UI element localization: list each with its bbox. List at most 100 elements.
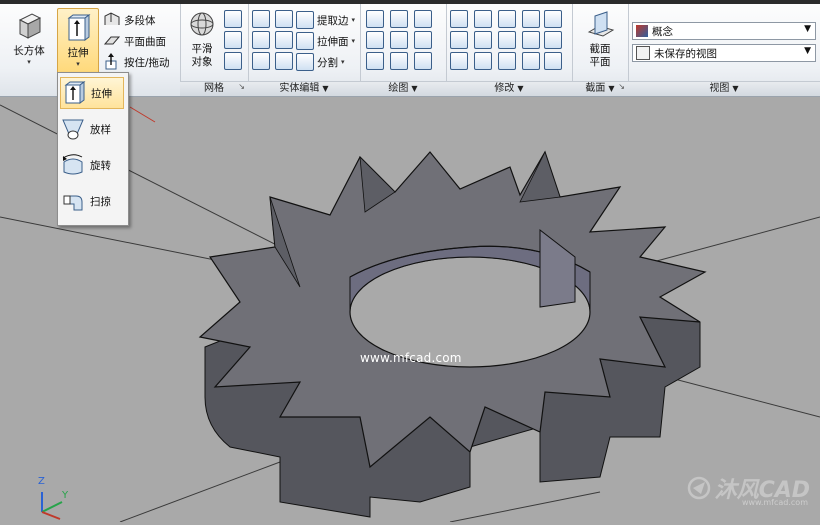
subtract-icon[interactable] — [252, 31, 272, 51]
circle-icon[interactable] — [414, 31, 434, 51]
presspull-icon — [105, 53, 117, 70]
match-properties-icon[interactable] — [544, 52, 564, 72]
trim-icon[interactable] — [544, 31, 564, 51]
mesh-smooth-more-icon[interactable] — [224, 10, 244, 30]
solid-edit-panel-title[interactable]: 实体编辑 ▼ — [248, 81, 360, 96]
draw-title-text: 绘图 — [388, 83, 409, 94]
spline-icon[interactable] — [366, 31, 386, 51]
mesh-title-text: 网格 — [204, 83, 224, 94]
union-modify-icon[interactable] — [450, 52, 470, 72]
panel-view: 概念 ▼ 未保存的视图 ▼ 视图 ▼ — [628, 4, 820, 96]
polysolid-label: 多段体 — [124, 14, 156, 27]
3d-rotate-icon[interactable] — [474, 10, 494, 30]
presspull-button[interactable]: 按住/拖动 — [103, 52, 170, 72]
section-panel-title[interactable]: 截面 ▼ ↘ — [572, 81, 628, 96]
arc-icon[interactable] — [414, 10, 434, 30]
menu-item-sweep[interactable]: 扫掠 — [60, 185, 124, 217]
helix-icon[interactable] — [390, 10, 410, 30]
erase-icon[interactable] — [522, 52, 542, 72]
3d-array-icon[interactable] — [450, 31, 470, 51]
draw-panel-title[interactable]: 绘图 ▼ — [360, 81, 446, 96]
section-plane-label-2: 平面 — [589, 56, 611, 68]
extract-edges-button[interactable]: 提取边 ▾ — [296, 10, 355, 30]
3d-mirror-icon[interactable] — [544, 10, 564, 30]
named-view-icon — [636, 46, 650, 60]
extrude-faces-button[interactable]: 拉伸面 ▾ — [296, 31, 355, 51]
section-plane-icon — [587, 11, 615, 37]
box-caret: ▾ — [27, 58, 31, 66]
mesh-launcher-icon[interactable]: ↘ — [238, 80, 245, 94]
revolve-icon — [62, 154, 83, 175]
chevron-down-icon: ▼ — [804, 46, 811, 56]
ucs-z-label: Z — [38, 476, 45, 487]
menu-item-revolve-label: 旋转 — [90, 159, 111, 172]
chevron-down-icon: ▼ — [411, 84, 418, 93]
polyline-icon[interactable] — [366, 10, 386, 30]
view-panel-title[interactable]: 视图 ▼ — [628, 81, 820, 96]
line-icon[interactable] — [390, 31, 410, 51]
named-view-select[interactable]: 未保存的视图 ▼ — [632, 44, 816, 62]
rotate-icon[interactable] — [498, 31, 518, 51]
section-plane-label-1: 截面 — [589, 43, 611, 55]
3d-polyline-icon[interactable] — [474, 52, 494, 72]
panel-solid-editing: 提取边 ▾ 拉伸面 ▾ 分割 ▾ 实体编辑 ▼ — [248, 4, 361, 96]
extrude-faces-icon — [296, 32, 314, 50]
rectangle-icon[interactable] — [390, 52, 410, 72]
menu-item-revolve[interactable]: 旋转 — [60, 149, 124, 181]
panel-mesh: 平滑 对象 网格 ↘ — [180, 4, 249, 96]
solid-edit-title-text: 实体编辑 — [279, 83, 320, 94]
fillet-edge-icon[interactable] — [450, 10, 470, 30]
smooth-object-button[interactable]: 平滑 对象 — [184, 10, 220, 69]
separate-button[interactable]: 分割 ▾ — [296, 52, 345, 72]
box-icon — [18, 13, 42, 39]
planar-surface-button[interactable]: 平面曲面 — [103, 31, 166, 51]
panel-draw: 绘图 ▼ — [360, 4, 447, 96]
ucs-icon — [41, 492, 63, 520]
section-launcher-icon[interactable]: ↘ — [618, 80, 625, 94]
named-view-value: 未保存的视图 — [654, 47, 717, 60]
3d-move-icon[interactable] — [498, 10, 518, 30]
extrude-flyout-menu: 拉伸 放样 旋转 扫掠 — [57, 72, 129, 226]
box-button[interactable]: 长方体 ▾ — [6, 10, 52, 66]
interfere-icon[interactable] — [275, 31, 295, 51]
3d-align-icon[interactable] — [522, 10, 542, 30]
brand-logo: 沐风CAD www.mfcad.com — [687, 472, 810, 507]
extrude-caret: ▾ — [76, 60, 80, 68]
separate-dropdown-icon[interactable]: ▾ — [341, 58, 345, 66]
extract-edges-dropdown-icon[interactable]: ▾ — [352, 16, 356, 24]
brand-logo-url: www.mfcad.com — [741, 498, 808, 507]
chevron-down-icon: ▼ — [322, 84, 329, 93]
smooth-label-2: 对象 — [191, 56, 213, 68]
mesh-smooth-less-icon[interactable] — [224, 31, 244, 51]
thicken-icon[interactable] — [275, 52, 295, 72]
ellipse-icon[interactable] — [414, 52, 434, 72]
extrude-faces-label: 拉伸面 — [317, 35, 349, 48]
menu-item-loft[interactable]: 放样 — [60, 113, 124, 145]
polygon-icon[interactable] — [366, 52, 386, 72]
section-plane-button[interactable]: 截面 平面 — [578, 10, 622, 69]
menu-item-loft-label: 放样 — [90, 123, 111, 136]
3d-scale-icon[interactable] — [474, 31, 494, 51]
visual-style-value: 概念 — [652, 25, 673, 38]
smooth-sphere-icon — [190, 12, 214, 36]
intersect-icon[interactable] — [252, 52, 272, 72]
loft-icon — [62, 119, 84, 140]
offset-icon[interactable] — [522, 31, 542, 51]
union-icon[interactable] — [252, 10, 272, 30]
polysolid-button[interactable]: 多段体 — [103, 10, 156, 30]
modify-panel-title[interactable]: 修改 ▼ — [446, 81, 572, 96]
mesh-refine-icon[interactable] — [224, 52, 244, 72]
gear-solid[interactable] — [198, 150, 707, 518]
menu-item-extrude[interactable]: 拉伸 — [60, 77, 124, 109]
view-title-text: 视图 — [709, 83, 730, 94]
visual-style-select[interactable]: 概念 ▼ — [632, 22, 816, 40]
solid-copy-icon[interactable] — [498, 52, 518, 72]
extrude-faces-dropdown-icon[interactable]: ▾ — [352, 37, 356, 45]
presspull-label: 按住/拖动 — [124, 56, 170, 69]
extrude-button[interactable]: 拉伸 ▾ — [57, 8, 99, 74]
panel-section: 截面 平面 截面 ▼ ↘ — [572, 4, 629, 96]
mesh-panel-title[interactable]: 网格 ↘ — [180, 81, 248, 96]
ucs-y-label: Y — [62, 490, 69, 501]
slice-icon[interactable] — [275, 10, 295, 30]
separate-label: 分割 — [317, 56, 338, 69]
